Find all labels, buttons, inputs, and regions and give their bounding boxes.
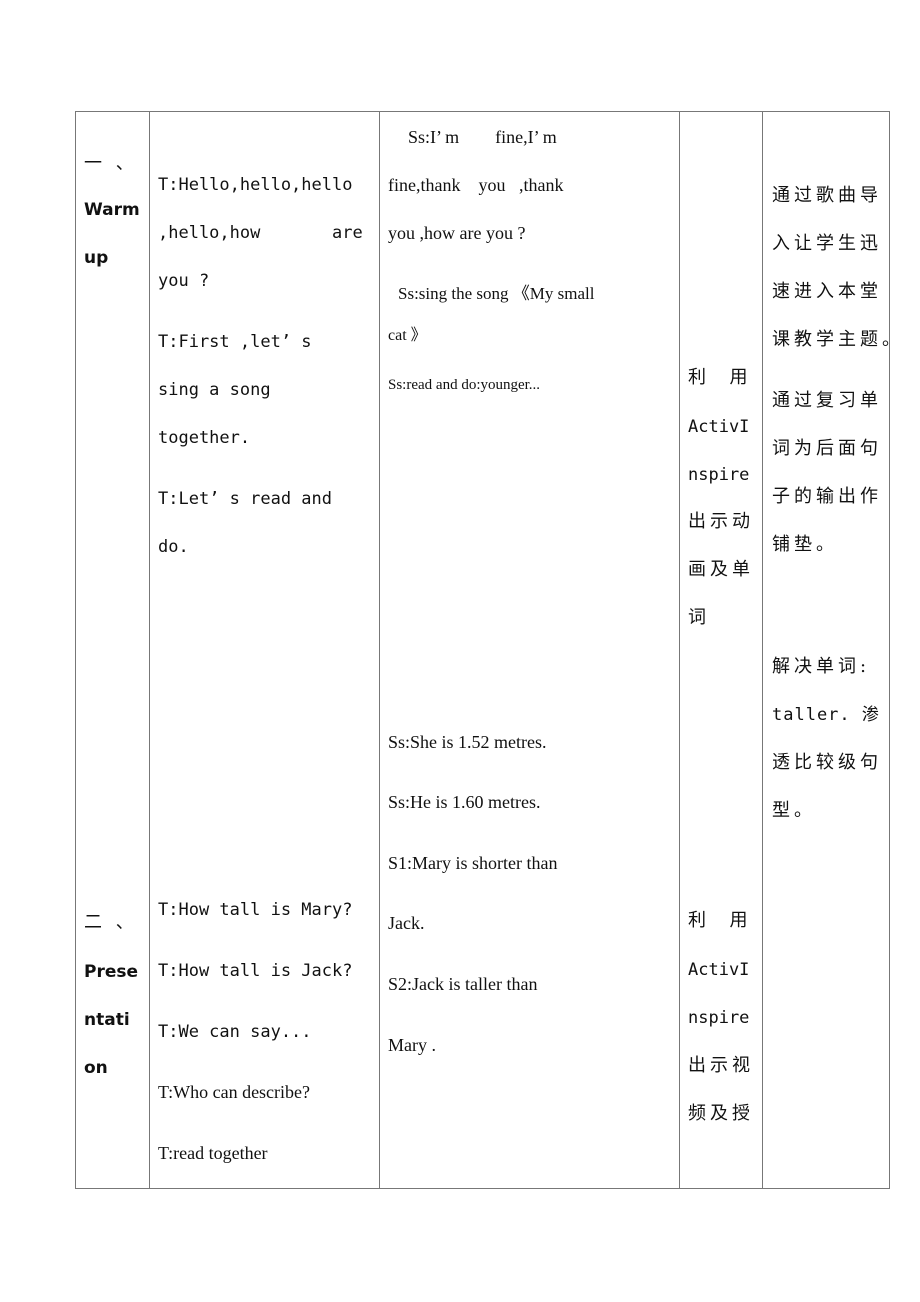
teacher-line: you ? (158, 271, 210, 291)
step-number: 二 、 (84, 912, 138, 933)
purpose-line: 通过歌曲导 (772, 185, 882, 206)
purpose-line: 课教学主题。 (772, 329, 904, 350)
purpose-line: taller. 渗 (772, 705, 880, 725)
media-line: 利 用 (688, 910, 752, 931)
purpose-line: 铺垫。 (772, 534, 838, 555)
media-line: nspire (688, 1008, 750, 1028)
step-column: 一 、 Warm up 二 、 Prese ntati on (84, 112, 148, 1188)
column-divider (762, 112, 763, 1188)
student-line: cat 》 (388, 327, 427, 344)
purpose-line: 入让学生迅 (772, 233, 882, 254)
media-line: nspire (688, 465, 750, 485)
teacher-line: do. (158, 537, 189, 557)
student-line: Ss:He is 1.60 metres. (388, 792, 541, 812)
student-line: S2:Jack is taller than (388, 974, 538, 994)
teacher-line: T:Hello,hello,hello (158, 175, 353, 195)
student-line: Mary . (388, 1035, 436, 1055)
column-divider (379, 112, 380, 1188)
step-title: Warm (84, 200, 140, 220)
student-line: Jack. (388, 913, 425, 933)
student-line: S1:Mary is shorter than (388, 853, 558, 873)
teacher-line: ,hello,how are (158, 223, 363, 243)
teacher-line: together. (158, 428, 251, 448)
media-line: 出示动 (688, 511, 754, 532)
step-title: up (84, 248, 109, 268)
purpose-line: 子的输出作 (772, 486, 882, 507)
student-line: fine,thank you ,thank (388, 175, 564, 195)
step-title: ntati (84, 1010, 130, 1030)
purpose-line: 词为后面句 (772, 438, 882, 459)
media-line: 词 (688, 607, 710, 628)
teacher-line: T:We can say... (158, 1022, 312, 1042)
lesson-plan-table: 一 、 Warm up 二 、 Prese ntati on T:Hello,h… (75, 111, 900, 1189)
media-line: 频及授 (688, 1103, 754, 1124)
step-number: 一 、 (84, 153, 138, 174)
purpose-line: 解决单词: (772, 656, 871, 677)
teacher-line: T:read together (158, 1143, 268, 1163)
media-line: 利 用 (688, 367, 752, 388)
teacher-activity-column: T:Hello,hello,hello ,hello,how are you ?… (158, 112, 373, 1188)
purpose-line: 速进入本堂 (772, 281, 882, 302)
media-line: ActivI (688, 417, 750, 437)
media-line: 出示视 (688, 1055, 754, 1076)
teacher-line: T:Let’ s read and (158, 489, 332, 509)
student-line: Ss:sing the song 《My small (398, 284, 595, 303)
teacher-line: T:First ,let’ s (158, 332, 312, 352)
media-column: 利 用 ActivI nspire 出示动 画及单 词 利 用 ActivI n… (688, 112, 760, 1188)
purpose-line: 通过复习单 (772, 390, 882, 411)
student-line: Ss:I’ m fine,I’ m (408, 127, 557, 147)
purpose-column: 通过歌曲导 入让学生迅 速进入本堂 课教学主题。 通过复习单 词为后面句 子的输… (772, 112, 900, 1188)
step-title: Prese (84, 962, 139, 982)
teacher-line: sing a song (158, 380, 271, 400)
teacher-line: T:How tall is Mary? (158, 900, 353, 920)
column-divider (679, 112, 680, 1188)
purpose-line: 型。 (772, 800, 816, 821)
purpose-line: 透比较级句 (772, 752, 882, 773)
column-divider (149, 112, 150, 1188)
media-line: 画及单 (688, 559, 754, 580)
teacher-line: T:How tall is Jack? (158, 961, 353, 981)
step-title: on (84, 1058, 108, 1078)
media-line: ActivI (688, 960, 750, 980)
student-line: you ,how are you ? (388, 223, 526, 243)
student-activity-column: Ss:I’ m fine,I’ m fine,thank you ,thank … (388, 112, 678, 1188)
student-line: Ss:She is 1.52 metres. (388, 732, 547, 752)
student-line: Ss:read and do:younger... (388, 377, 541, 393)
teacher-line: T:Who can describe? (158, 1082, 311, 1102)
